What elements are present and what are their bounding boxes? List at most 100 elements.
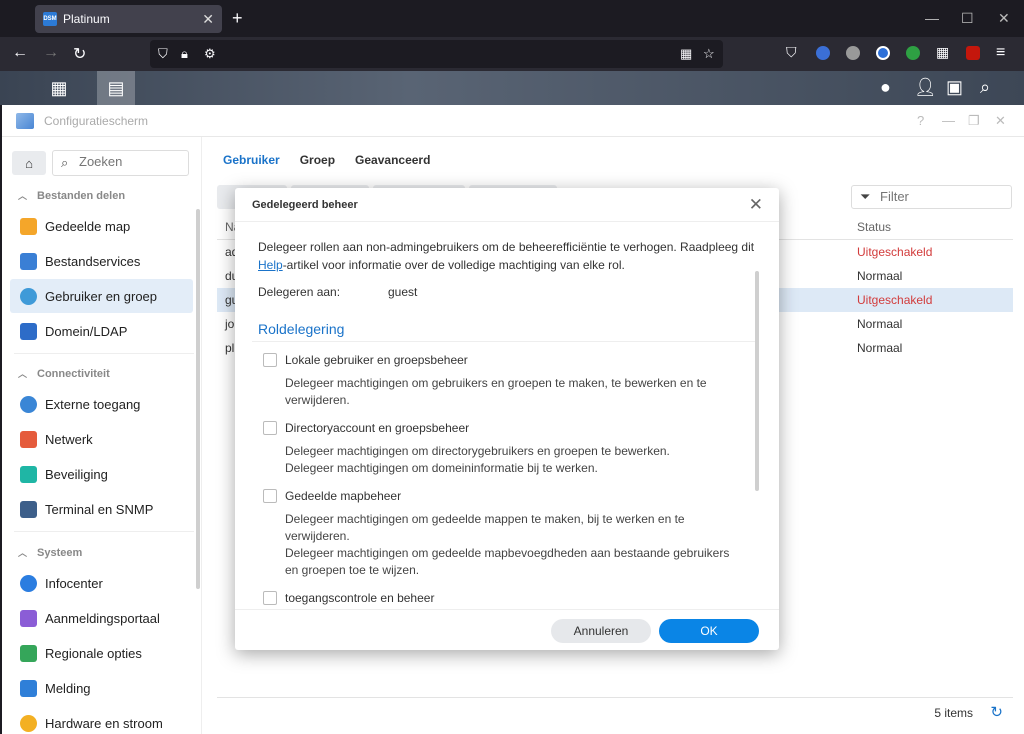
delegated-admin-dialog: Gedelegeerd beheer ✕ Delegeer rollen aan…	[235, 188, 779, 650]
home-icon[interactable]: ⌂	[12, 151, 46, 175]
user-icon[interactable]: 👤︎	[914, 77, 937, 98]
main-menu-icon[interactable]: ▦	[40, 71, 78, 105]
sidebar-item-terminal-snmp[interactable]: Terminal en SNMP	[10, 492, 193, 526]
browser-tab[interactable]: DSM Platinum ✕	[35, 5, 222, 33]
status-text: Normaal	[857, 269, 903, 283]
item-count: 5 items	[934, 706, 973, 720]
forward-icon[interactable]: →	[43, 44, 59, 62]
grid-icon[interactable]: ▦	[680, 46, 692, 62]
search-icon[interactable]: ⌕	[980, 77, 990, 98]
role-checkbox[interactable]	[263, 421, 277, 435]
ok-button[interactable]: OK	[659, 619, 759, 643]
divider	[14, 353, 194, 354]
new-tab-icon[interactable]: +	[232, 8, 243, 29]
minimize-icon[interactable]: —	[925, 10, 939, 26]
tab-geavanceerd[interactable]: Geavanceerd	[355, 153, 430, 167]
info-icon	[20, 574, 37, 592]
divider	[252, 341, 758, 342]
tracking-shield-icon[interactable]: ⛉	[158, 46, 168, 62]
role-description: Delegeer machtigingen om directorygebrui…	[285, 444, 670, 475]
section-header[interactable]: ︿ Connectiviteit	[18, 367, 110, 380]
cancel-button[interactable]: Annuleren	[551, 619, 651, 643]
menu-icon[interactable]: ≡	[996, 44, 1005, 62]
status-text: Uitgeschakeld	[857, 293, 933, 307]
url-bar[interactable]: ⛉ 🔒︎ ⚙ ▦ ☆	[150, 40, 723, 68]
sidebar-scrollbar[interactable]	[196, 209, 200, 589]
notification-icon	[20, 679, 37, 697]
sidebar-item-gedeelde-map[interactable]: Gedeelde map	[10, 209, 193, 243]
help-link[interactable]: Help	[258, 258, 283, 272]
minimize-icon[interactable]: —	[942, 113, 955, 128]
refresh-icon[interactable]: ↻	[990, 703, 1003, 721]
reload-icon[interactable]: ↻	[73, 44, 86, 64]
role-label: Directoryaccount en groepsbeheer	[285, 421, 470, 435]
sidebar-item-melding[interactable]: Melding	[10, 671, 193, 705]
role-checkbox[interactable]	[263, 353, 277, 367]
sidebar-search-input[interactable]	[79, 154, 179, 169]
role-checkbox[interactable]	[263, 591, 277, 605]
file-services-icon	[20, 252, 37, 270]
sidebar-item-gebruiker-en-groep[interactable]: Gebruiker en groep	[10, 279, 193, 313]
extensions-icon[interactable]: ▦	[936, 44, 949, 61]
close-icon[interactable]: ✕	[995, 113, 1006, 129]
terminal-icon	[20, 500, 37, 518]
section-header[interactable]: ︿ Bestanden delen	[18, 189, 125, 202]
dialog-footer: Annuleren OK	[235, 609, 779, 650]
table-footer: 5 items ↻	[217, 697, 1013, 727]
tab-groep[interactable]: Groep	[300, 153, 335, 167]
sidebar-item-netwerk[interactable]: Netwerk	[10, 422, 193, 456]
window-close-icon[interactable]: ✕	[998, 10, 1010, 27]
dialog-body: Delegeer rollen aan non-admingebruikers …	[235, 223, 779, 609]
user-name: pl	[225, 341, 235, 355]
status-text: Normaal	[857, 317, 903, 331]
sidebar-item-beveiliging[interactable]: Beveiliging	[10, 457, 193, 491]
sidebar-item-aanmeldingsportaal[interactable]: Aanmeldingsportaal	[10, 601, 193, 635]
close-icon[interactable]: ✕	[749, 195, 763, 215]
delegate-to-label: Delegeren aan:	[258, 285, 341, 299]
filter-box[interactable]: ⏷	[851, 185, 1012, 209]
window-title: Configuratiescherm	[44, 114, 149, 128]
checkmark-extension-icon[interactable]	[906, 46, 920, 60]
tab-gebruiker[interactable]: Gebruiker	[223, 153, 280, 167]
maximize-icon[interactable]: ☐	[961, 10, 974, 27]
lock-icon[interactable]: 🔒︎	[181, 46, 188, 62]
sidebar-item-regionale-opties[interactable]: Regionale opties	[10, 636, 193, 670]
sidebar-search[interactable]: ⌕	[52, 150, 189, 176]
extension-icon[interactable]	[846, 46, 860, 60]
password-manager-icon[interactable]	[876, 46, 890, 60]
shield-icon	[20, 465, 37, 483]
control-panel-icon	[16, 113, 34, 129]
ublock-icon[interactable]	[966, 46, 980, 60]
filter-icon: ⏷	[860, 189, 871, 204]
status-text: Uitgeschakeld	[857, 245, 933, 259]
role-label: toegangscontrole en beheer	[285, 591, 435, 605]
users-icon	[20, 287, 37, 305]
control-panel-taskbar-icon[interactable]: ▤	[97, 71, 135, 105]
sidebar-item-domein-ldap[interactable]: Domein/LDAP	[10, 314, 193, 348]
pocket-icon[interactable]: ⛉	[786, 44, 797, 61]
filter-input[interactable]	[880, 189, 990, 204]
widgets-icon[interactable]: ▣	[946, 77, 963, 98]
dsm-favicon-icon: DSM	[43, 12, 57, 26]
dialog-scrollbar[interactable]	[755, 271, 759, 491]
restore-icon[interactable]: ❐	[968, 113, 980, 129]
back-icon[interactable]: ←	[12, 44, 28, 62]
chat-icon[interactable]: ●	[880, 77, 891, 98]
sidebar-item-externe-toegang[interactable]: Externe toegang	[10, 387, 193, 421]
sidebar-item-hardware-stroom[interactable]: Hardware en stroom	[10, 706, 193, 734]
sidebar-item-bestandservices[interactable]: Bestandservices	[10, 244, 193, 278]
column-header-status[interactable]: Status	[857, 215, 891, 239]
dialog-title: Gedelegeerd beheer	[252, 199, 358, 211]
role-checkbox[interactable]	[263, 489, 277, 503]
bookmark-star-icon[interactable]: ☆	[703, 46, 715, 62]
section-header[interactable]: ︿ Systeem	[18, 546, 82, 559]
sidebar-item-infocenter[interactable]: Infocenter	[10, 566, 193, 600]
delegate-to-row: Delegeren aan: guest	[258, 285, 417, 299]
regional-options-icon	[20, 644, 37, 662]
user-name: jo	[225, 317, 235, 331]
extension-icon[interactable]	[816, 46, 830, 60]
permissions-icon[interactable]: ⚙	[204, 46, 216, 62]
tab-strip: Gebruiker Groep Geavanceerd	[223, 153, 430, 167]
help-icon[interactable]: ?	[917, 113, 924, 128]
close-tab-icon[interactable]: ✕	[202, 11, 214, 28]
